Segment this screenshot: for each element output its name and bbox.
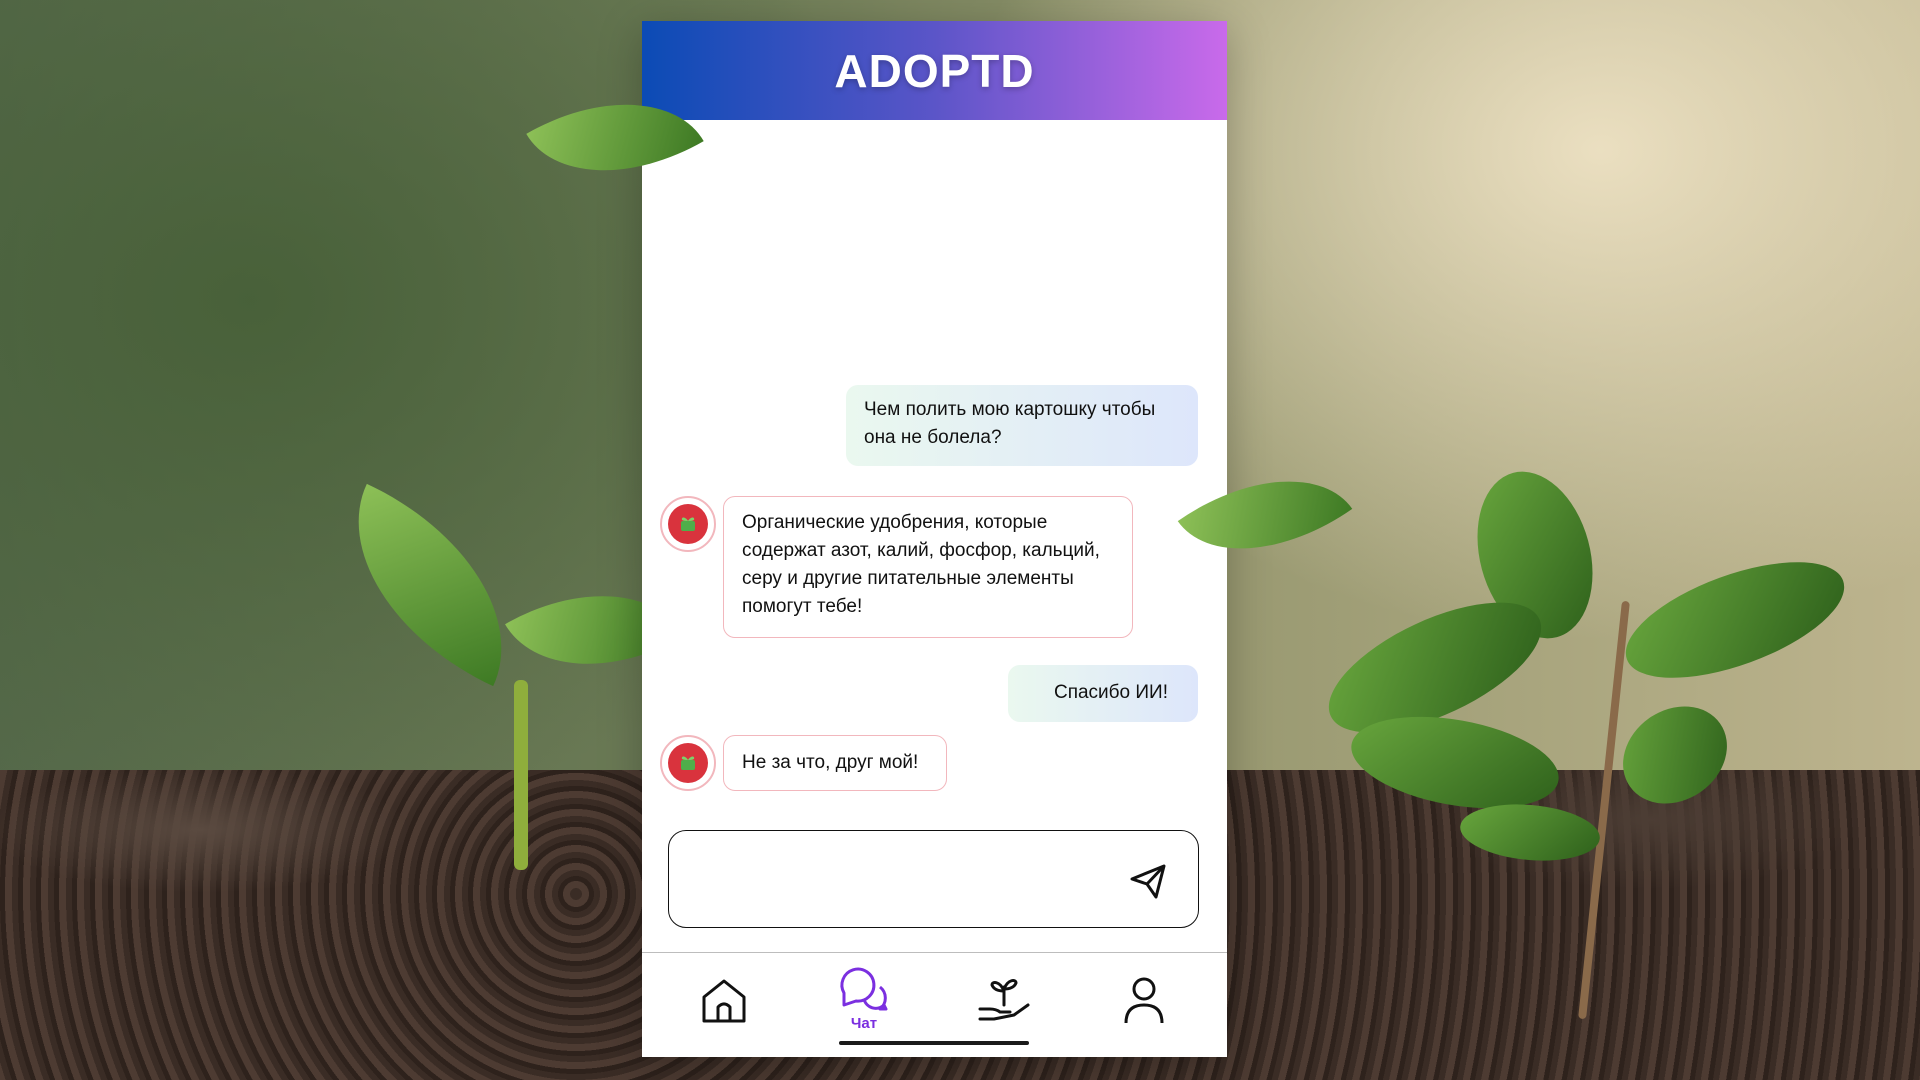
phone-screen: ADOPTD Чем полить мою картошку чтобы она… [642,21,1227,1057]
message-input[interactable] [691,859,1111,899]
ai-message: Органические удобрения, которые содержат… [723,496,1133,638]
message-text: Органические удобрения, которые содержат… [742,512,1100,617]
message-text: Спасибо ИИ! [1053,682,1168,703]
nav-chat-label: Чат [850,1015,878,1032]
nav-chat[interactable]: Чат [834,965,894,1032]
message-input-box [668,830,1199,928]
chat-icon [840,967,888,1011]
app-title: ADOPTD [834,44,1035,97]
message-text: Чем полить мою картошку чтобы она не бол… [864,399,1156,448]
nav-home[interactable] [694,975,754,1035]
home-icon [702,979,746,1023]
nav-profile[interactable] [1114,975,1174,1035]
sprout-icon [668,743,708,783]
ai-avatar [660,496,716,552]
app-header: ADOPTD [642,21,1227,120]
profile-icon [1124,977,1164,1024]
ai-message: Не за что, друг мой! [723,735,947,791]
plant-hand-icon [978,979,1030,1021]
nav-plants[interactable] [974,975,1034,1035]
send-button[interactable] [1128,861,1168,901]
ai-avatar [660,735,716,791]
send-icon [1130,864,1166,899]
sprout-icon [668,504,708,544]
user-message: Спасибо ИИ! [1008,665,1198,722]
home-indicator [839,1041,1029,1045]
user-message: Чем полить мою картошку чтобы она не бол… [846,385,1198,466]
message-text: Не за что, друг мой! [742,752,919,773]
